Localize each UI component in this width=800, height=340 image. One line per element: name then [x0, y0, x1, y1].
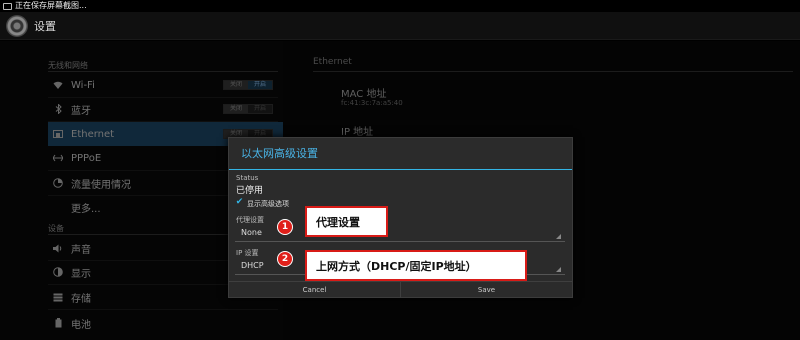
proxy-settings-value: None [241, 228, 262, 237]
dialog-button-bar: Cancel Save [229, 281, 572, 298]
app-title: 设置 [34, 19, 56, 33]
show-advanced-label: 显示高级选项 [247, 200, 289, 208]
dialog-title-divider [229, 169, 572, 170]
ip-settings-value: DHCP [241, 261, 264, 270]
cancel-button[interactable]: Cancel [229, 282, 400, 298]
dropdown-arrow-icon [556, 234, 561, 239]
status-bar-text: 正在保存屏幕截图... [15, 1, 87, 10]
annotation-callout-ip-mode: 上网方式（DHCP/固定IP地址） [305, 250, 527, 281]
annotation-callout-proxy: 代理设置 [305, 206, 388, 237]
settings-app-icon[interactable] [6, 14, 28, 37]
status-value: 已停用 [236, 186, 264, 196]
annotation-badge-1: 1 [277, 219, 293, 235]
save-button[interactable]: Save [400, 282, 572, 298]
status-bar: 正在保存屏幕截图... [0, 0, 800, 12]
show-advanced-checkbox[interactable]: ✔ [235, 198, 244, 207]
dropdown-arrow-icon [556, 267, 561, 272]
annotation-badge-2: 2 [277, 251, 293, 267]
action-bar: 设置 [0, 12, 800, 40]
dialog-title: 以太网高级设置 [241, 147, 318, 160]
status-label: Status [236, 174, 259, 182]
screenshot-icon [3, 2, 12, 10]
